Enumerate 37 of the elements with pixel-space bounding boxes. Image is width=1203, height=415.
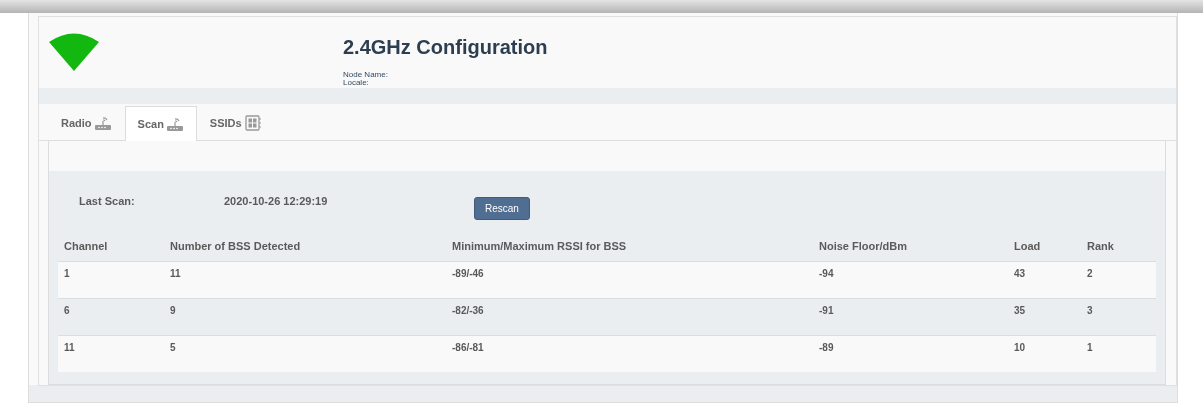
tab[interactable]: SSIDs [196, 105, 275, 140]
table-cell-text: -94 [818, 268, 835, 279]
last-scan-label: Last Scan: [79, 195, 136, 207]
table-cell-text: 1 [1086, 342, 1094, 353]
column-header: Load [1013, 240, 1042, 252]
table-cell-text: 3 [1086, 305, 1094, 316]
rescan-button[interactable]: Rescan [474, 196, 530, 220]
table-cell-text: -91 [818, 305, 835, 316]
table-cell-text: 1 [63, 268, 71, 279]
table-cell-text: -89 [818, 342, 835, 353]
chip-icon [243, 115, 262, 131]
router-icon [165, 116, 184, 132]
tab[interactable]: Scan [124, 106, 197, 141]
table-cell-text: -82/-36 [451, 305, 485, 316]
tab[interactable]: Radio [48, 105, 125, 140]
last-scan-time: 2020-10-26 12:29:19 [224, 195, 329, 207]
column-header: Number of BSS Detected [169, 240, 302, 252]
router-icon [93, 115, 112, 131]
table-cell-text: 10 [1013, 342, 1027, 353]
wifi-signal-icon [49, 33, 99, 71]
table-cell-text: 5 [169, 342, 177, 353]
table-cell-text: 11 [169, 268, 182, 279]
page-title: 2.4GHz Configuration [343, 36, 548, 59]
table-cell-text: 11 [63, 342, 76, 353]
column-header: Channel [63, 240, 109, 252]
table-cell-text: 43 [1013, 268, 1027, 279]
column-header: Minimum/Maximum RSSI for BSS [451, 240, 628, 252]
table-cell-text: -89/-46 [451, 268, 485, 279]
table-cell-text: 9 [169, 305, 177, 316]
table-cell-text: 6 [63, 305, 71, 316]
field-label: Locale: [343, 79, 370, 87]
table-cell-text: 2 [1086, 268, 1094, 279]
field-label: Node Name: [343, 71, 389, 79]
column-header: Noise Floor/dBm [818, 240, 908, 252]
column-header: Rank [1086, 240, 1115, 252]
table-cell-text: -86/-81 [451, 342, 485, 353]
table-cell-text: 35 [1013, 305, 1027, 316]
